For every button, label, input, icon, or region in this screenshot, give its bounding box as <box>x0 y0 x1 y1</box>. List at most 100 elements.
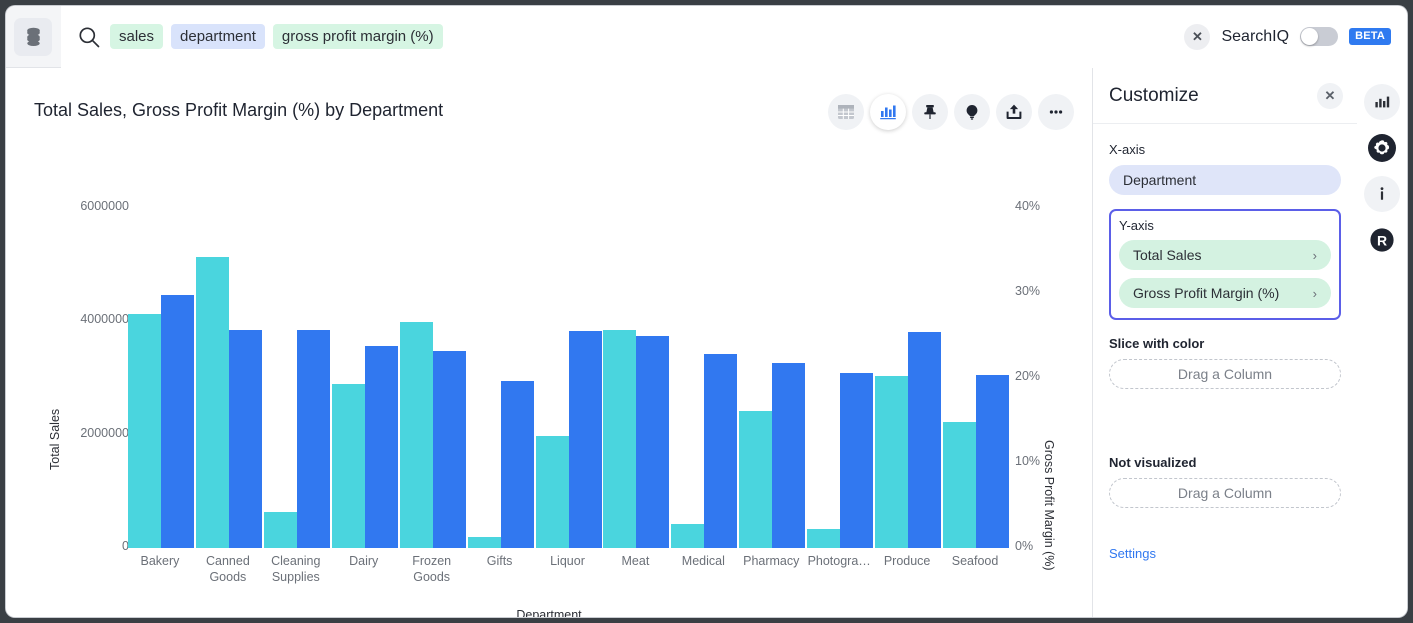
bar-gross-profit-margin[interactable] <box>976 375 1009 548</box>
bar-gross-profit-margin[interactable] <box>501 381 534 548</box>
slice-with-color-dropzone[interactable]: Drag a Column <box>1109 359 1341 389</box>
y-axis-section: Y-axis Total Sales › Gross Profit Margin… <box>1109 209 1341 320</box>
bar-gross-profit-margin[interactable] <box>569 331 602 548</box>
bar-gross-profit-margin[interactable] <box>365 346 398 548</box>
bar-total-sales[interactable] <box>196 257 229 548</box>
customize-panel: Customize ✕ X-axis Department Y-axis Tot… <box>1092 68 1357 617</box>
chevron-right-icon: › <box>1313 248 1317 263</box>
search-token-department[interactable]: department <box>171 24 265 49</box>
search-icon <box>78 26 100 48</box>
customize-panel-body: X-axis Department Y-axis Total Sales › G… <box>1093 124 1357 561</box>
bar-group <box>943 208 1009 548</box>
insights-lightbulb-icon <box>963 103 981 121</box>
svg-text:R: R <box>1377 233 1387 249</box>
y-axis-right-tick: 40% <box>1015 199 1040 213</box>
x-axis-chip-department[interactable]: Department <box>1109 165 1341 195</box>
bar-group <box>196 208 262 548</box>
bar-total-sales[interactable] <box>400 322 433 548</box>
gear-icon <box>1367 133 1397 163</box>
toggle-knob <box>1301 28 1318 45</box>
share-upload-icon <box>1005 103 1023 121</box>
y-axis-right-title: Gross Profit Margin (%) <box>1042 440 1056 571</box>
bar-gross-profit-margin[interactable] <box>229 330 262 548</box>
bar-group <box>875 208 941 548</box>
customize-panel-close-button[interactable]: ✕ <box>1317 83 1343 109</box>
bar-gross-profit-margin[interactable] <box>297 330 330 548</box>
customize-panel-header: Customize ✕ <box>1093 68 1357 124</box>
bar-total-sales[interactable] <box>943 422 976 548</box>
bar-group <box>807 208 873 548</box>
bar-group <box>739 208 805 548</box>
y-axis-left-tick: 2000000 <box>80 426 129 440</box>
database-button[interactable] <box>14 18 52 56</box>
search-right-controls: ✕ SearchIQ BETA <box>1184 24 1391 50</box>
insights-button[interactable] <box>954 94 990 130</box>
more-options-button[interactable] <box>1038 94 1074 130</box>
bar-total-sales[interactable] <box>603 330 636 548</box>
top-search-bar: sales department gross profit margin (%)… <box>6 6 1407 68</box>
bar-total-sales[interactable] <box>536 436 569 548</box>
bar-group <box>536 208 602 548</box>
bar-total-sales[interactable] <box>807 529 840 548</box>
chart-header: Total Sales, Gross Profit Margin (%) by … <box>6 68 1092 130</box>
main-area: Total Sales, Gross Profit Margin (%) by … <box>6 68 1407 617</box>
bar-gross-profit-margin[interactable] <box>908 332 941 548</box>
more-options-icon <box>1047 103 1065 121</box>
bar-groups: BakeryCanned GoodsCleaning SuppliesDairy… <box>126 208 1009 548</box>
bar-gross-profit-margin[interactable] <box>161 295 194 548</box>
app-window: sales department gross profit margin (%)… <box>6 6 1407 617</box>
y-axis-section-label: Y-axis <box>1119 218 1331 233</box>
y-axis-right-tick: 20% <box>1015 369 1040 383</box>
info-icon <box>1373 185 1391 203</box>
chart-view-button[interactable] <box>870 94 906 130</box>
clear-search-button[interactable]: ✕ <box>1184 24 1210 50</box>
bar-total-sales[interactable] <box>671 524 704 548</box>
bar-group <box>332 208 398 548</box>
share-button[interactable] <box>996 94 1032 130</box>
search-token-gross-profit-margin[interactable]: gross profit margin (%) <box>273 24 443 49</box>
chip-label: Gross Profit Margin (%) <box>1133 285 1279 301</box>
bar-total-sales[interactable] <box>739 411 772 548</box>
y-axis-left-title: Total Sales <box>48 409 62 470</box>
searchiq-toggle[interactable] <box>1300 27 1338 46</box>
bar-total-sales[interactable] <box>468 537 501 548</box>
y-axis-chip-gross-profit-margin[interactable]: Gross Profit Margin (%) › <box>1119 278 1331 308</box>
chip-label: Department <box>1123 172 1196 188</box>
chart-card: Total Sales, Gross Profit Margin (%) by … <box>6 68 1092 617</box>
chart-toolbar <box>828 94 1074 130</box>
not-visualized-dropzone[interactable]: Drag a Column <box>1109 478 1341 508</box>
bar-total-sales[interactable] <box>264 512 297 548</box>
chip-label: Total Sales <box>1133 247 1201 263</box>
rail-info-button[interactable] <box>1364 176 1400 212</box>
x-axis-title: Department <box>6 608 1092 617</box>
bar-total-sales[interactable] <box>332 384 365 548</box>
x-axis-tick-label: Seafood <box>927 553 1023 569</box>
pin-button[interactable] <box>912 94 948 130</box>
rail-settings-button[interactable] <box>1364 130 1400 166</box>
registered-r-icon: R <box>1367 225 1397 255</box>
bar-total-sales[interactable] <box>875 376 908 548</box>
table-view-button[interactable] <box>828 94 864 130</box>
bar-total-sales[interactable] <box>128 314 161 548</box>
bar-gross-profit-margin[interactable] <box>636 336 669 548</box>
y-axis-right-tick: 10% <box>1015 454 1040 468</box>
bar-gross-profit-margin[interactable] <box>433 351 466 548</box>
beta-badge: BETA <box>1349 28 1391 45</box>
y-axis-right-tick: 0% <box>1015 539 1033 553</box>
table-view-icon <box>837 103 855 121</box>
rail-registered-button[interactable]: R <box>1364 222 1400 258</box>
chevron-right-icon: › <box>1313 286 1317 301</box>
bar-gross-profit-margin[interactable] <box>840 373 873 548</box>
search-token-sales[interactable]: sales <box>110 24 163 49</box>
chart-icon <box>1373 93 1391 111</box>
plot-area: Total Sales Gross Profit Margin (%) 0200… <box>6 208 1092 617</box>
bar-gross-profit-margin[interactable] <box>704 354 737 548</box>
y-axis-left-tick: 4000000 <box>80 312 129 326</box>
y-axis-right-tick: 30% <box>1015 284 1040 298</box>
settings-link[interactable]: Settings <box>1109 546 1341 561</box>
search-token-list: sales department gross profit margin (%) <box>110 24 443 49</box>
rail-chart-button[interactable] <box>1364 84 1400 120</box>
y-axis-chip-total-sales[interactable]: Total Sales › <box>1119 240 1331 270</box>
bar-gross-profit-margin[interactable] <box>772 363 805 548</box>
search-field[interactable]: sales department gross profit margin (%)… <box>61 6 1407 68</box>
